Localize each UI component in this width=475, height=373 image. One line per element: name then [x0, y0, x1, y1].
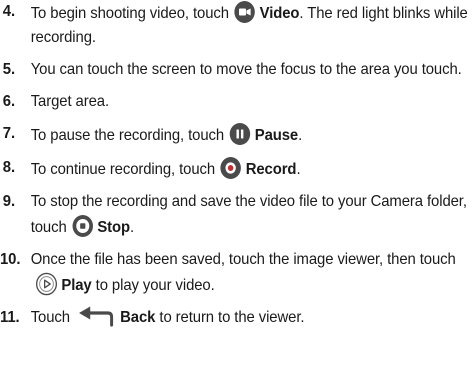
stop-label: Stop: [97, 219, 131, 236]
step-text: Target area.: [30, 93, 109, 110]
step-4: 4. To begin shooting video, touch Video. …: [0, 0, 472, 50]
step-text: You can touch the screen to move the foc…: [30, 61, 462, 78]
step-number: 5.: [2, 61, 16, 78]
step-11: 11. Touch Back to return to the viewer.: [0, 306, 472, 330]
step-7: 7. To pause the recording, touch Pause.: [0, 122, 472, 148]
instruction-list: 4. To begin shooting video, touch Video. …: [0, 0, 475, 330]
stop-icon: [71, 214, 93, 238]
step-5: 5. You can touch the screen to move the …: [0, 58, 472, 82]
pause-icon: [229, 122, 251, 146]
step-text: To continue recording, touch Record.: [30, 157, 301, 179]
step-9: 9. To stop the recording and save the vi…: [0, 190, 472, 240]
step-number: 11.: [0, 309, 20, 326]
step-number: 10.: [0, 251, 21, 268]
step-number: 9.: [2, 193, 16, 210]
step-text-before: Once the file has been saved, touch the …: [30, 251, 456, 268]
record-icon: [220, 156, 242, 180]
step-text-after: to play your video.: [91, 277, 215, 294]
step-text-before: To stop the recording and save the video…: [30, 193, 467, 236]
step-text-before: To begin shooting video, touch: [30, 5, 229, 22]
back-arrow-icon: [77, 306, 114, 328]
step-text-before: To continue recording, touch: [30, 161, 216, 178]
step-number: 7.: [2, 125, 16, 142]
step-text: Once the file has been saved, touch the …: [30, 251, 456, 296]
pause-label: Pause: [254, 127, 299, 144]
step-6: 6. Target area.: [0, 90, 472, 114]
step-10: 10. Once the file has been saved, touch …: [0, 248, 472, 298]
step-text-after: .: [296, 161, 301, 178]
step-text: To begin shooting video, touch Video. The…: [30, 1, 468, 46]
step-text-after: .: [298, 127, 303, 144]
step-text-before: Touch: [30, 309, 70, 326]
record-label: Record: [245, 161, 297, 178]
step-text: To pause the recording, touch Pause.: [30, 123, 303, 145]
step-number: 6.: [2, 93, 16, 110]
step-text: To stop the recording and save the video…: [30, 193, 467, 238]
video-camera-icon: [234, 0, 256, 24]
step-text-before: To pause the recording, touch: [30, 127, 225, 144]
play-icon: [35, 272, 58, 296]
step-text-after: .: [130, 219, 135, 236]
step-8: 8. To continue recording, touch Record.: [0, 156, 472, 182]
video-label: Video: [259, 5, 300, 22]
step-number: 4.: [2, 3, 16, 20]
step-number: 8.: [2, 159, 16, 176]
step-text-after: to return to the viewer.: [155, 309, 305, 326]
back-label: Back: [120, 309, 156, 326]
play-label: Play: [61, 277, 92, 294]
step-text: Touch Back to return to the viewer.: [30, 306, 305, 328]
